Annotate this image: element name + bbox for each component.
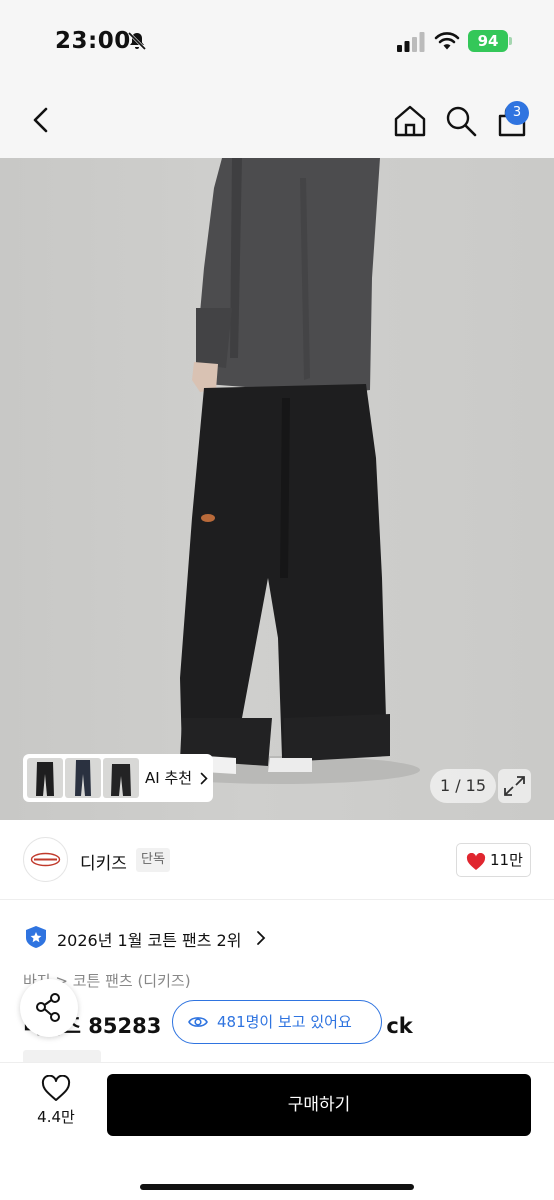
product-photo [140,158,420,784]
fullscreen-button[interactable] [498,769,531,803]
image-counter: 1 / 15 [430,769,496,803]
home-icon[interactable] [392,104,428,138]
live-viewers-text: 481명이 보고 있어요 [217,1013,352,1031]
brand-logo[interactable] [23,837,68,882]
top-nav-bar: 3 [0,80,554,158]
eye-icon [188,1017,208,1027]
chevron-right-icon [257,931,266,945]
product-title-end: ck [386,1014,413,1038]
silent-bell-icon [127,31,147,51]
section-divider [0,899,554,900]
status-time: 23:00 [55,28,131,54]
heart-outline-icon [41,1075,71,1101]
battery-indicator: 94 [468,30,508,52]
brand-like-count: 11만 [490,851,523,869]
thumbnail-3[interactable] [103,758,139,798]
ai-recommend-label[interactable]: AI 추천 [145,754,192,802]
ranking-badge-icon [26,926,46,948]
live-viewers-pill: 481명이 보고 있어요 [172,1000,382,1044]
home-indicator [140,1184,414,1190]
battery-tip [509,37,512,45]
chevron-right-icon [200,772,208,785]
status-bar: 23:00 94 [0,0,554,80]
favorite-count: 4.4만 [37,1108,75,1126]
ranking-text[interactable]: 2026년 1월 코튼 팬츠 2위 [57,927,241,951]
bottom-action-bar: 4.4만 구매하기 [0,1062,554,1200]
wifi-icon [434,32,460,50]
exclusive-badge: 단독 [136,848,170,872]
product-image-gallery[interactable]: AI 추천 1 / 15 [0,158,554,820]
battery-level: 94 [477,32,499,50]
share-icon [36,993,60,1022]
cellular-signal-icon [397,32,425,52]
favorite-button[interactable]: 4.4만 [33,1075,79,1135]
back-chevron-icon[interactable] [26,104,56,136]
heart-filled-icon [466,853,486,870]
search-icon[interactable] [444,104,478,138]
ai-recommend-strip[interactable]: AI 추천 [23,754,213,802]
brand-like-button[interactable]: 11만 [456,843,531,877]
expand-icon [504,776,525,796]
thumbnail-2[interactable] [65,758,101,798]
brand-name[interactable]: 디키즈 [80,849,127,874]
cart-count-badge: 3 [505,101,529,125]
thumbnail-1[interactable] [27,758,63,798]
buy-button[interactable]: 구매하기 [107,1074,531,1136]
dickies-logo-icon [30,852,61,867]
share-button[interactable] [20,979,78,1037]
